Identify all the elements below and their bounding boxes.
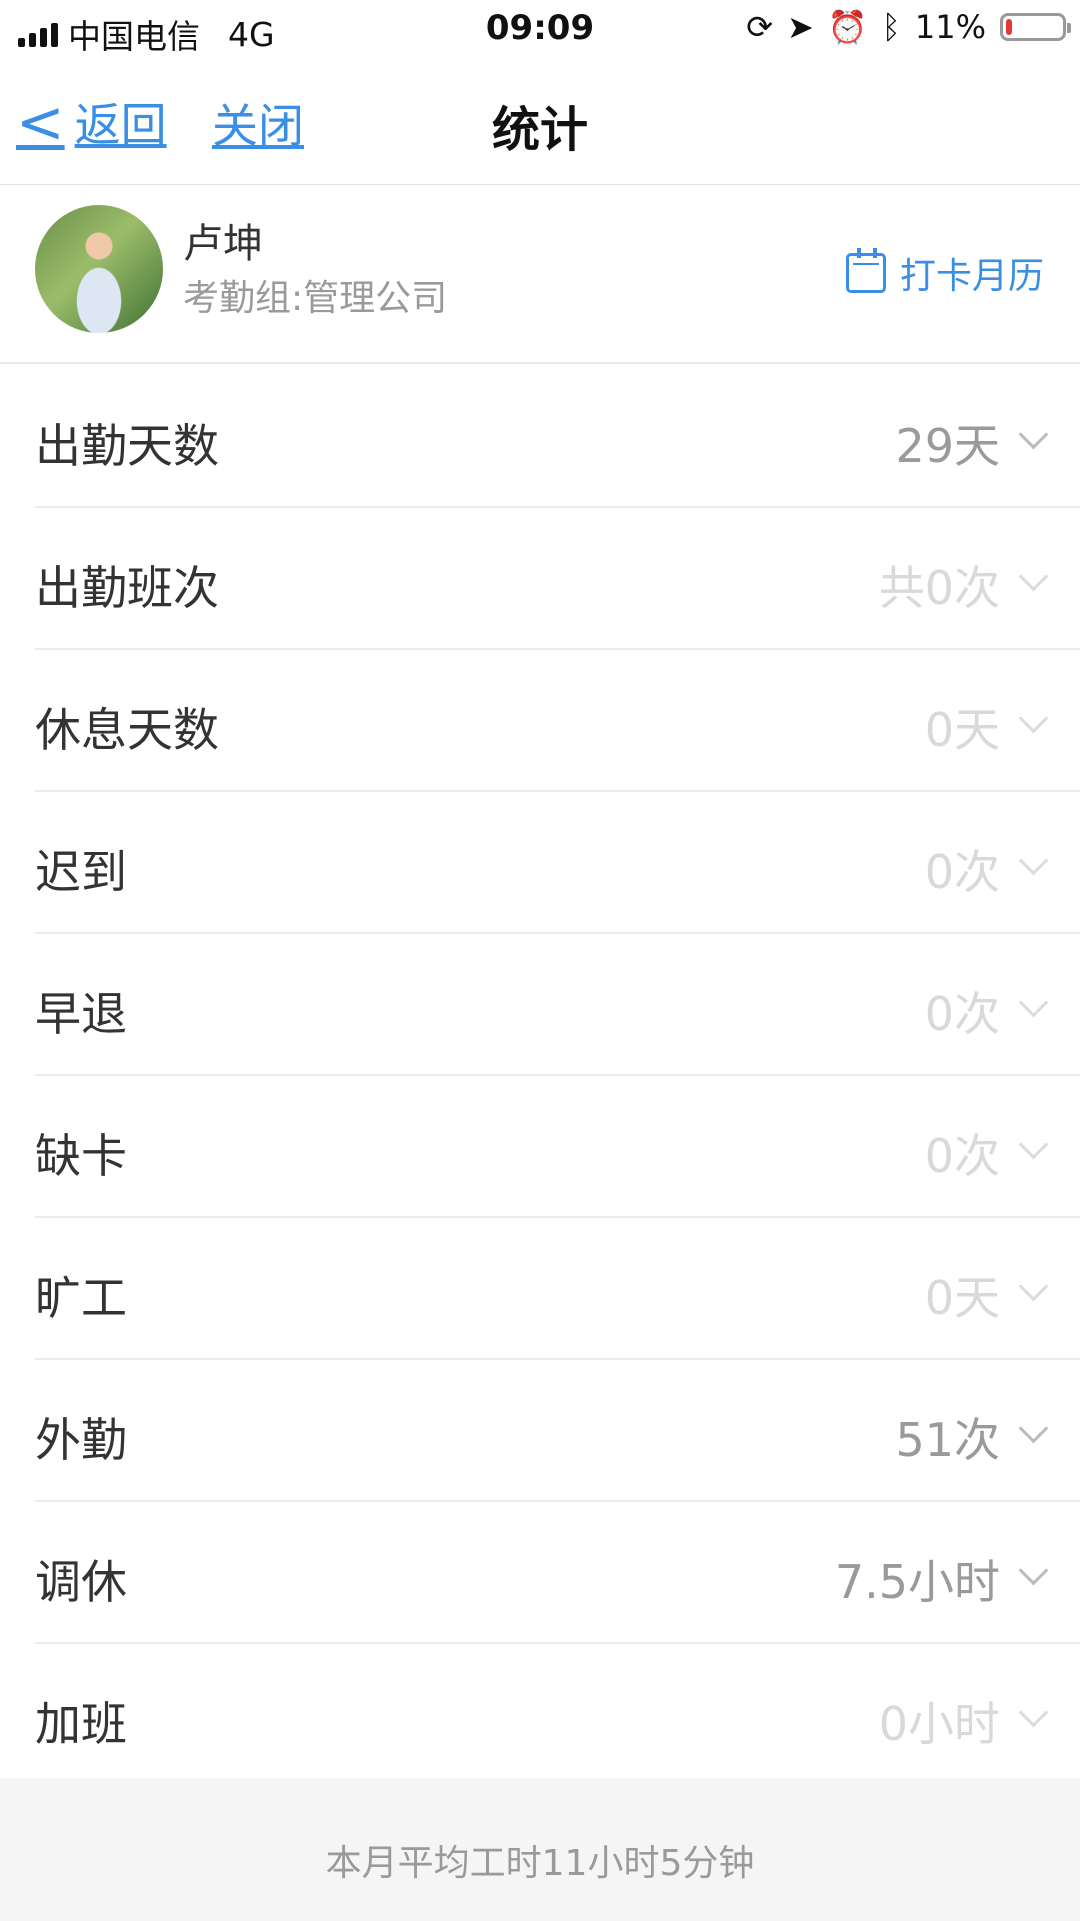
stat-value: 0次 xyxy=(924,1129,1000,1183)
stat-label: 旷工 xyxy=(35,1271,127,1325)
stat-value: 0天 xyxy=(924,703,1000,757)
stat-label: 调休 xyxy=(35,1555,127,1609)
stat-row[interactable]: 旷工 0天 xyxy=(35,1218,1080,1360)
chevron-down-icon xyxy=(1018,845,1049,876)
chevron-down-icon xyxy=(1018,561,1049,592)
stat-row[interactable]: 休息天数 0天 xyxy=(35,650,1080,792)
status-right: ⟳ ➤ ⏰ ᛒ 11% xyxy=(746,8,1071,46)
average-hours-text: 本月平均工时11小时5分钟 xyxy=(325,1843,755,1884)
stat-row[interactable]: 外勤 51次 xyxy=(35,1360,1080,1502)
battery-percent: 11% xyxy=(914,8,986,46)
rotation-lock-icon: ⟳ xyxy=(746,8,774,46)
footer: 本月平均工时11小时5分钟 xyxy=(0,1778,1080,1921)
navigation-bar: < 返回 关闭 统计 xyxy=(0,60,1080,180)
stat-label: 迟到 xyxy=(35,845,127,899)
stat-value: 51次 xyxy=(895,1413,1000,1467)
stat-row[interactable]: 缺卡 0次 xyxy=(35,1076,1080,1218)
stat-label: 出勤班次 xyxy=(35,561,219,615)
chevron-down-icon xyxy=(1018,1413,1049,1444)
stat-row[interactable]: 早退 0次 xyxy=(35,934,1080,1076)
stat-label: 缺卡 xyxy=(35,1129,127,1183)
attendance-group: 考勤组:管理公司 xyxy=(183,278,448,319)
battery-fill xyxy=(1006,19,1012,35)
stat-row[interactable]: 加班 0小时 xyxy=(35,1644,1080,1786)
stat-label: 加班 xyxy=(35,1697,127,1751)
chevron-down-icon xyxy=(1018,419,1049,450)
stat-value: 共0次 xyxy=(878,561,1000,615)
chevron-down-icon xyxy=(1018,1555,1049,1586)
stat-label: 早退 xyxy=(35,987,127,1041)
bluetooth-icon: ᛒ xyxy=(881,8,901,46)
stat-label: 外勤 xyxy=(35,1413,127,1467)
stat-value: 0天 xyxy=(924,1271,1000,1325)
stat-row[interactable]: 迟到 0次 xyxy=(35,792,1080,934)
checkin-calendar-button[interactable]: 打卡月历 xyxy=(845,247,1044,299)
stats-list: 出勤天数 29天 出勤班次 共0次 休息天数 0天 迟到 0次 早退 0次 缺卡 0次 旷工 0天 外勤 51… xyxy=(0,366,1080,1786)
stat-label: 出勤天数 xyxy=(35,419,219,473)
stat-value: 0次 xyxy=(924,987,1000,1041)
checkin-calendar-label: 打卡月历 xyxy=(899,256,1044,297)
avatar xyxy=(35,205,163,333)
battery-icon xyxy=(1000,13,1071,41)
chevron-down-icon xyxy=(1018,703,1049,734)
alarm-icon: ⏰ xyxy=(827,8,868,46)
calendar-icon xyxy=(845,248,886,293)
stat-row[interactable]: 调休 7.5小时 xyxy=(35,1502,1080,1644)
chevron-down-icon xyxy=(1018,1129,1049,1160)
stat-row[interactable]: 出勤班次 共0次 xyxy=(35,508,1080,650)
status-bar: 中国电信 4G 09:09 ⟳ ➤ ⏰ ᛒ 11% xyxy=(0,0,1080,60)
location-icon: ➤ xyxy=(787,8,814,46)
stat-label: 休息天数 xyxy=(35,703,219,757)
stat-value: 29天 xyxy=(895,419,1000,473)
profile-card: 卢坤 考勤组:管理公司 打卡月历 xyxy=(0,184,1080,364)
stat-value: 7.5小时 xyxy=(834,1555,1000,1609)
chevron-down-icon xyxy=(1018,1697,1049,1728)
chevron-down-icon xyxy=(1018,987,1049,1018)
stat-value: 0次 xyxy=(924,845,1000,899)
chevron-down-icon xyxy=(1018,1271,1049,1302)
user-name: 卢坤 xyxy=(183,221,263,267)
stat-value: 0小时 xyxy=(878,1697,1000,1751)
stat-row[interactable]: 出勤天数 29天 xyxy=(35,366,1080,508)
page-title: 统计 xyxy=(491,102,588,158)
